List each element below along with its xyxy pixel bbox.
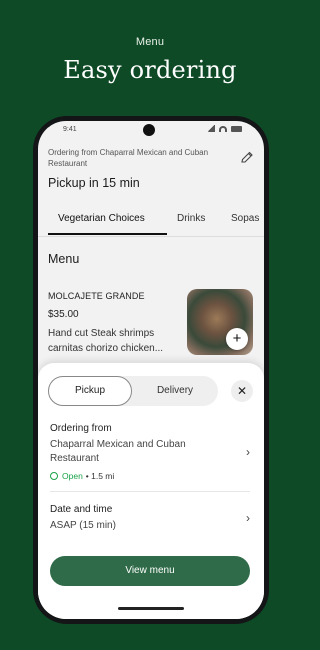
pickup-option[interactable]: Pickup (48, 376, 132, 406)
home-indicator (118, 607, 184, 610)
tab-vegetarian-choices[interactable]: Vegetarian Choices (58, 213, 145, 224)
ordering-from-line: Ordering from Chaparral Mexican and Cuba… (48, 148, 209, 168)
tab-drinks[interactable]: Drinks (177, 213, 205, 224)
open-status: Open (62, 471, 83, 481)
pencil-icon[interactable] (240, 151, 254, 165)
active-tab-indicator (48, 233, 167, 235)
divider (50, 491, 250, 492)
order-settings-sheet: Pickup Delivery ✕ Ordering from Chaparra… (38, 363, 264, 619)
camera-cutout (143, 124, 155, 136)
promo-title: Easy ordering (63, 56, 237, 84)
phone-screen: 9:41 Ordering from Chaparral Mexican and… (38, 121, 264, 619)
date-time-value[interactable]: ASAP (15 min) (50, 519, 210, 533)
menu-item-description: Hand cut Steak shrimps carnitas chorizo … (48, 328, 164, 354)
menu-item-price: $35.00 (48, 309, 79, 320)
open-status-line: Open • 1.5 mi (50, 471, 114, 481)
menu-heading: Menu (48, 252, 80, 266)
ordering-from-label: Ordering from (50, 423, 112, 434)
battery-icon (231, 125, 242, 132)
signal-icon (207, 125, 215, 132)
promo-eyebrow: Menu (135, 36, 165, 48)
status-bar: 9:41 (38, 121, 264, 139)
chevron-right-icon[interactable]: › (246, 511, 250, 525)
delivery-option[interactable]: Delivery (132, 376, 218, 406)
close-icon[interactable]: ✕ (231, 380, 253, 402)
date-time-label: Date and time (50, 504, 113, 515)
view-menu-button[interactable]: View menu (50, 556, 250, 586)
chevron-right-icon[interactable]: › (246, 445, 250, 459)
wifi-icon (219, 125, 227, 132)
plus-icon[interactable]: + (226, 328, 248, 350)
tab-sopas[interactable]: Sopas (231, 213, 259, 224)
menu-item-name[interactable]: MOLCAJETE GRANDE (48, 291, 145, 301)
pickup-time[interactable]: Pickup in 15 min (48, 176, 140, 190)
fulfillment-toggle: Pickup Delivery (48, 376, 218, 406)
clock-icon (50, 472, 58, 480)
restaurant-name[interactable]: Chaparral Mexican and Cuban Restaurant (50, 438, 210, 466)
status-time: 9:41 (63, 126, 77, 133)
category-tabs: Vegetarian Choices Drinks Sopas (38, 209, 264, 237)
distance: • 1.5 mi (85, 471, 115, 481)
